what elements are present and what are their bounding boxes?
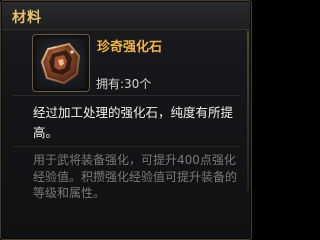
divider — [13, 95, 239, 96]
divider — [13, 146, 239, 147]
tooltip-header: 材料 — [2, 2, 250, 30]
item-icon-frame — [32, 34, 90, 92]
item-name: 珍奇强化石 — [97, 40, 163, 55]
item-usage-text: 用于武将装备强化，可提升400点强化经验值。积攒强化经验值可提升装备的等级和属性… — [33, 153, 238, 200]
item-tooltip-panel: 材料 珍奇强化石 拥有:30个 经过加工处理的强化石，纯度有所提高。 用于武将装… — [0, 0, 252, 240]
item-description: 经过加工处理的强化石，纯度有所提高。 — [33, 105, 234, 140]
enhancement-stone-icon — [40, 42, 81, 85]
tooltip-title: 材料 — [12, 10, 42, 26]
panel-edge-decoration — [247, 31, 249, 191]
item-owned-count: 拥有:30个 — [96, 77, 152, 91]
